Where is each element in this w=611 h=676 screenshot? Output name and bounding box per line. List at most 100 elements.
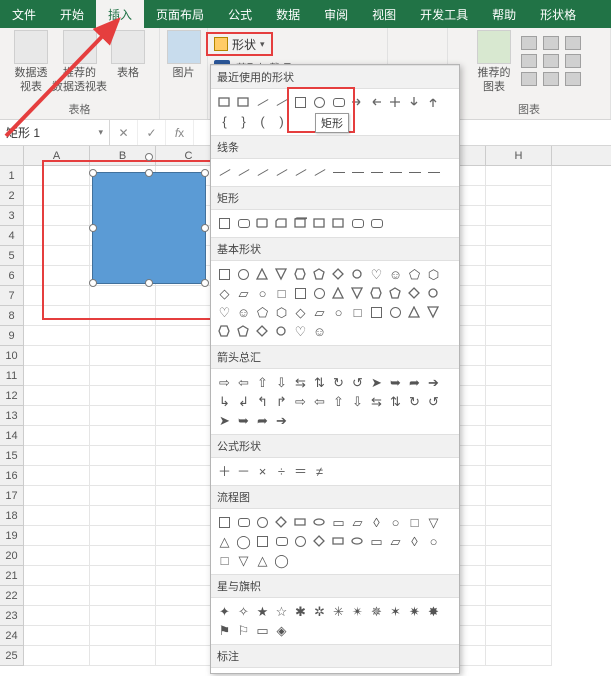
shape-option[interactable] — [234, 513, 253, 532]
row-header[interactable]: 6 — [0, 266, 24, 286]
shape-option[interactable] — [405, 93, 424, 112]
row-header[interactable]: 16 — [0, 466, 24, 486]
shape-option[interactable] — [272, 163, 291, 182]
shape-option[interactable] — [272, 322, 291, 341]
row-header[interactable]: 17 — [0, 486, 24, 506]
shape-option[interactable] — [253, 214, 272, 233]
shape-option[interactable] — [310, 93, 329, 112]
cell[interactable] — [90, 586, 156, 606]
shape-option[interactable] — [291, 93, 310, 112]
shape-option[interactable] — [424, 163, 443, 182]
cell[interactable] — [486, 586, 552, 606]
shape-option[interactable]: ⚐ — [234, 621, 253, 640]
row-header[interactable]: 5 — [0, 246, 24, 266]
shape-option[interactable] — [367, 163, 386, 182]
cell[interactable] — [486, 526, 552, 546]
shape-option[interactable] — [329, 284, 348, 303]
shape-option[interactable] — [348, 265, 367, 284]
cell[interactable] — [486, 566, 552, 586]
cell[interactable] — [24, 486, 90, 506]
cell[interactable] — [24, 546, 90, 566]
shape-option[interactable] — [405, 303, 424, 322]
cell[interactable] — [90, 466, 156, 486]
shape-option[interactable]: ⇨ — [291, 392, 310, 411]
shape-option[interactable] — [310, 265, 329, 284]
shape-option[interactable] — [386, 93, 405, 112]
cell[interactable] — [486, 326, 552, 346]
shape-option[interactable]: ➥ — [386, 373, 405, 392]
shape-option[interactable]: ⇧ — [253, 373, 272, 392]
row-header[interactable]: 20 — [0, 546, 24, 566]
shape-option[interactable] — [405, 284, 424, 303]
name-box[interactable]: 矩形 1 ▾ — [0, 120, 110, 145]
cell[interactable] — [486, 246, 552, 266]
shapes-gallery-dropdown[interactable]: 矩形 最近使用的形状{}( )线条矩形基本形状♡☺⬠⬡◇▱○□♡☺⬠⬡◇▱○□♡… — [210, 64, 460, 674]
shape-option[interactable] — [386, 303, 405, 322]
cell[interactable] — [486, 646, 552, 666]
row-header[interactable]: 4 — [0, 226, 24, 246]
cell[interactable] — [24, 226, 90, 246]
cell[interactable] — [486, 286, 552, 306]
shape-option[interactable]: ♡ — [367, 265, 386, 284]
tab-file[interactable]: 文件 — [0, 0, 48, 28]
shape-option[interactable] — [348, 284, 367, 303]
shape-option[interactable]: ➥ — [234, 411, 253, 430]
shape-option[interactable]: ◊ — [367, 513, 386, 532]
shape-option[interactable]: ) — [272, 112, 291, 131]
cell[interactable] — [486, 626, 552, 646]
shape-option[interactable] — [367, 214, 386, 233]
cell[interactable] — [90, 446, 156, 466]
cell[interactable] — [90, 506, 156, 526]
shape-option[interactable]: ⇆ — [367, 392, 386, 411]
row-header[interactable]: 8 — [0, 306, 24, 326]
shape-option[interactable] — [348, 672, 367, 674]
column-header[interactable]: A — [24, 146, 90, 165]
cell[interactable] — [486, 366, 552, 386]
shape-option[interactable]: □ — [215, 551, 234, 570]
shape-option[interactable]: ✧ — [234, 602, 253, 621]
row-header[interactable]: 14 — [0, 426, 24, 446]
row-header[interactable]: 23 — [0, 606, 24, 626]
shape-option[interactable]: ➤ — [367, 373, 386, 392]
cell[interactable] — [24, 286, 90, 306]
shape-option[interactable]: ☺ — [310, 322, 329, 341]
resize-handle-se[interactable] — [201, 279, 209, 287]
shape-option[interactable]: □ — [291, 672, 310, 674]
chevron-down-icon[interactable]: ▾ — [98, 127, 103, 138]
shape-option[interactable]: ▱ — [348, 513, 367, 532]
shape-option[interactable]: { — [215, 112, 234, 131]
cell[interactable] — [24, 586, 90, 606]
shape-option[interactable]: ○ — [424, 532, 443, 551]
row-header[interactable]: 12 — [0, 386, 24, 406]
shape-option[interactable] — [291, 214, 310, 233]
cell[interactable] — [24, 246, 90, 266]
shape-option[interactable] — [215, 93, 234, 112]
shape-option[interactable] — [424, 284, 443, 303]
cell[interactable] — [24, 606, 90, 626]
shape-option[interactable]: ◌ — [253, 672, 272, 674]
shape-option[interactable] — [215, 513, 234, 532]
shape-option[interactable]: ✳ — [329, 602, 348, 621]
shape-option[interactable]: ○ — [253, 284, 272, 303]
shape-option[interactable]: ○ — [386, 513, 405, 532]
shape-option[interactable]: ◯ — [272, 551, 291, 570]
shape-option[interactable]: ⇆ — [291, 373, 310, 392]
shape-option[interactable]: ✶ — [386, 602, 405, 621]
tab-pagelayout[interactable]: 页面布局 — [144, 0, 216, 28]
shape-option[interactable] — [348, 214, 367, 233]
shape-option[interactable] — [329, 672, 348, 674]
cell[interactable] — [24, 346, 90, 366]
cell[interactable] — [486, 506, 552, 526]
shape-option[interactable] — [291, 513, 310, 532]
funnel-chart-icon[interactable] — [543, 72, 559, 86]
shape-option[interactable]: ⇧ — [329, 392, 348, 411]
tab-developer[interactable]: 开发工具 — [408, 0, 480, 28]
shape-option[interactable] — [405, 163, 424, 182]
shape-option[interactable] — [253, 513, 272, 532]
shape-option[interactable] — [234, 93, 253, 112]
cell[interactable] — [24, 506, 90, 526]
rotation-handle[interactable] — [145, 153, 153, 161]
cell[interactable] — [486, 446, 552, 466]
shape-option[interactable] — [272, 532, 291, 551]
shape-option[interactable] — [215, 163, 234, 182]
